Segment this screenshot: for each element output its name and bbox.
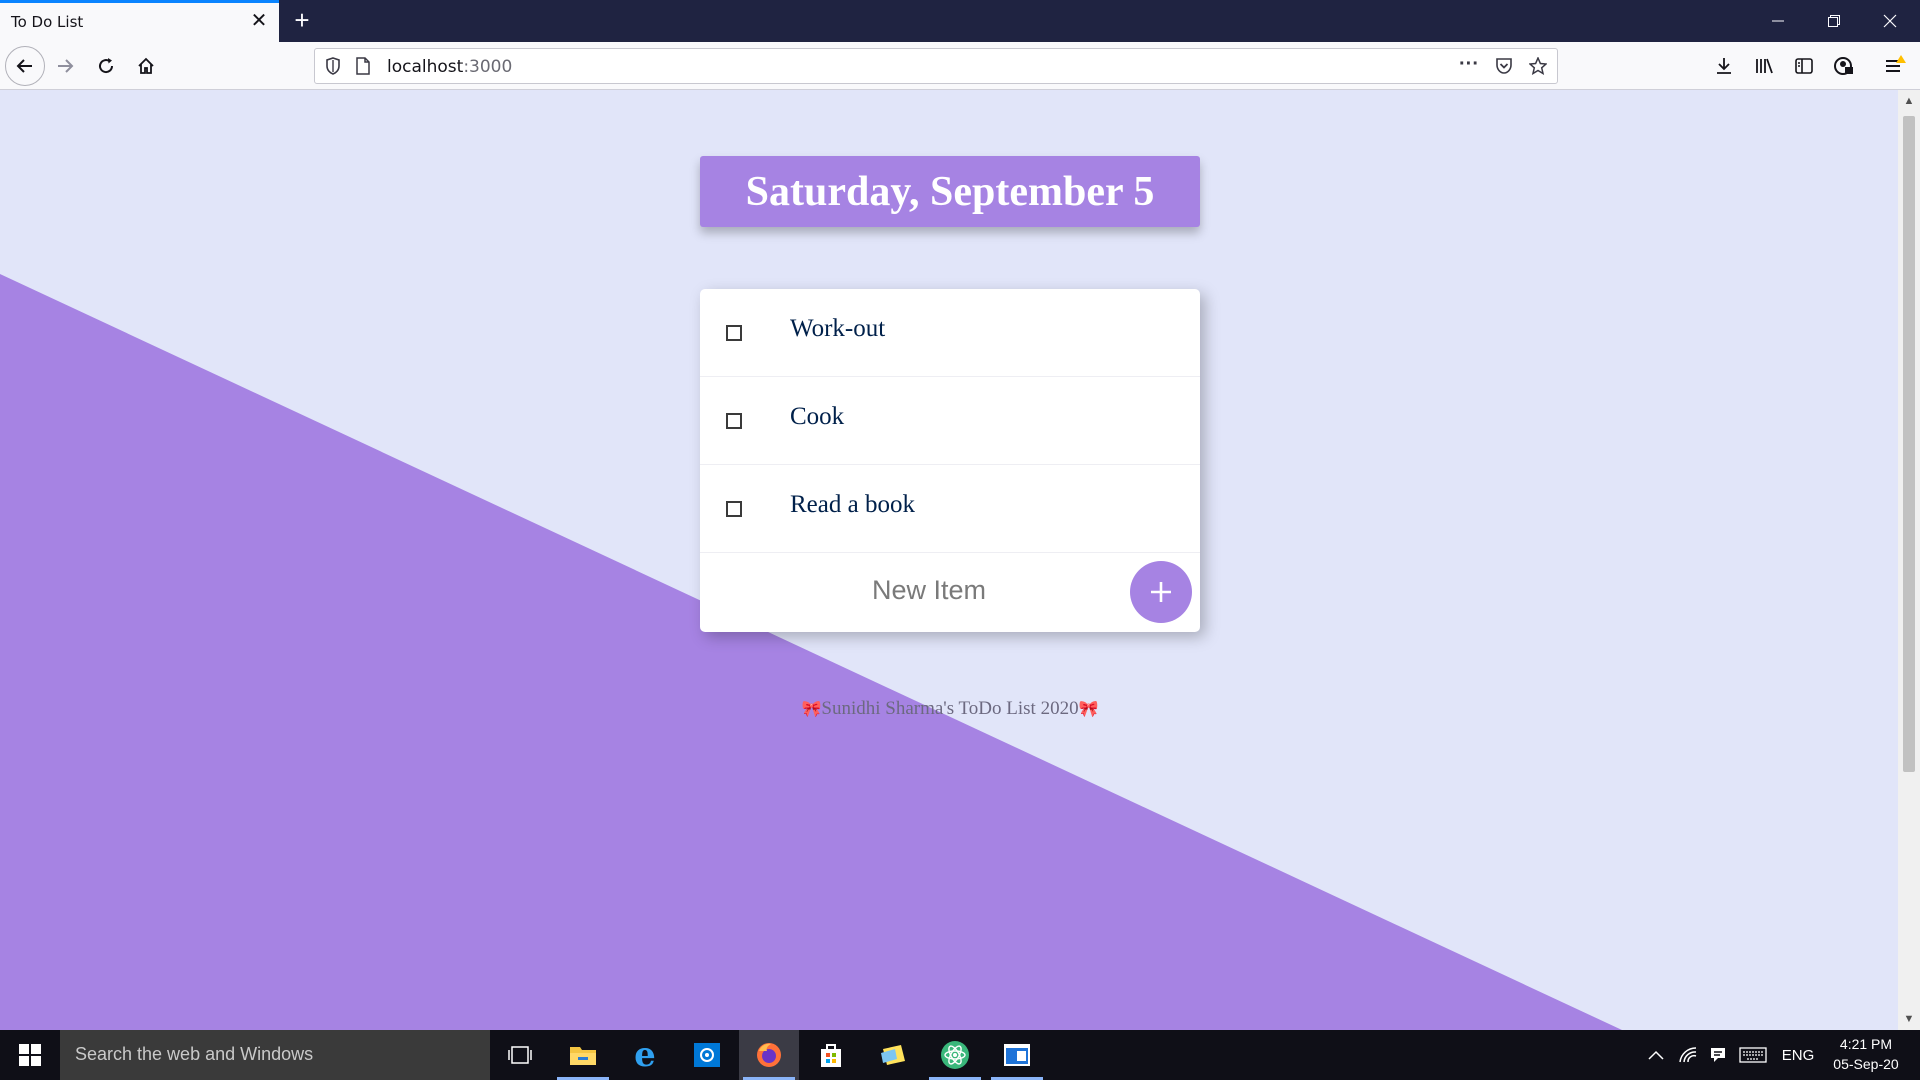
ribbon-icon: 🎀	[1078, 701, 1099, 718]
keyboard-icon[interactable]	[1738, 1030, 1768, 1080]
todo-item-label: Read a book	[790, 491, 915, 518]
scroll-thumb[interactable]	[1903, 116, 1915, 772]
edge-browser-icon[interactable]: e	[615, 1030, 675, 1080]
back-button[interactable]	[5, 46, 45, 86]
url-host: localhost	[387, 57, 464, 77]
start-button[interactable]	[0, 1030, 60, 1080]
add-item-button[interactable]	[1130, 561, 1192, 623]
todo-item: Read a book	[700, 465, 1200, 553]
task-view-icon[interactable]	[490, 1030, 550, 1080]
url-bar[interactable]: localhost:3000 ···	[314, 48, 1558, 84]
page-info-icon[interactable]	[355, 57, 371, 80]
home-button[interactable]	[128, 48, 164, 84]
taskbar-clock[interactable]: 4:21 PM 05-Sep-20	[1826, 1034, 1906, 1074]
menu-icon[interactable]	[1877, 48, 1913, 84]
clock-date: 05-Sep-20	[1833, 1056, 1899, 1072]
ribbon-icon: 🎀	[801, 701, 822, 718]
page-actions-icon[interactable]: ···	[1459, 53, 1479, 76]
minimize-icon[interactable]	[1750, 0, 1806, 42]
page-footer: 🎀Sunidhi Sharma's ToDo List 2020🎀	[700, 698, 1200, 720]
close-window-icon[interactable]	[1862, 0, 1918, 42]
file-explorer-icon[interactable]	[553, 1030, 613, 1080]
new-item-input[interactable]: New Item	[700, 575, 1158, 606]
browser-titlebar: To Do List ✕ +	[0, 0, 1920, 42]
windows-logo-icon	[19, 1044, 41, 1066]
browser-navbar: localhost:3000 ···	[0, 42, 1920, 90]
tab-title: To Do List	[11, 13, 84, 31]
windows-taskbar: Search the web and Windows e ENG 4:21 PM	[0, 1030, 1920, 1080]
downloads-icon[interactable]	[1706, 48, 1742, 84]
sticky-notes-icon[interactable]	[863, 1030, 923, 1080]
bookmark-star-icon[interactable]	[1528, 56, 1548, 80]
app-window-icon[interactable]	[987, 1030, 1047, 1080]
page-viewport: Saturday, September 5 Work-out Cook Read…	[0, 90, 1898, 1030]
tracking-protection-icon[interactable]	[325, 57, 341, 80]
store-icon[interactable]	[677, 1030, 737, 1080]
footer-text: Sunidhi Sharma's ToDo List 2020	[821, 698, 1079, 719]
forward-button[interactable]	[47, 48, 83, 84]
new-tab-icon[interactable]: +	[288, 6, 316, 34]
restore-icon[interactable]	[1806, 0, 1862, 42]
date-heading: Saturday, September 5	[745, 168, 1155, 215]
url-port: :3000	[463, 57, 513, 77]
clock-time: 4:21 PM	[1839, 1036, 1893, 1052]
show-hidden-icons[interactable]	[1644, 1030, 1668, 1080]
taskbar-search-placeholder: Search the web and Windows	[75, 1044, 314, 1064]
date-heading-box: Saturday, September 5	[700, 156, 1200, 227]
plus-icon	[1151, 582, 1171, 602]
reload-button[interactable]	[88, 48, 124, 84]
atom-editor-icon[interactable]	[925, 1030, 985, 1080]
todo-item-label: Work-out	[790, 315, 886, 342]
tab-close-icon[interactable]: ✕	[247, 9, 271, 33]
scroll-down-icon[interactable]: ▼	[1898, 1010, 1920, 1028]
todo-item: Work-out	[700, 289, 1200, 377]
library-icon[interactable]	[1746, 48, 1782, 84]
todo-list-card: Work-out Cook Read a book New Item	[700, 289, 1200, 632]
taskbar-search[interactable]: Search the web and Windows	[60, 1030, 490, 1080]
todo-item-label: Cook	[790, 403, 845, 430]
todo-checkbox[interactable]	[726, 413, 742, 429]
language-indicator[interactable]: ENG	[1778, 1030, 1818, 1080]
account-icon[interactable]	[1826, 48, 1862, 84]
scroll-up-icon[interactable]: ▲	[1898, 92, 1920, 110]
page-scrollbar[interactable]: ▲ ▼	[1898, 90, 1920, 1030]
todo-checkbox[interactable]	[726, 325, 742, 341]
action-center-icon[interactable]	[1706, 1030, 1730, 1080]
url-text: localhost:3000	[387, 57, 512, 77]
sidebar-icon[interactable]	[1786, 48, 1822, 84]
pocket-icon[interactable]	[1495, 57, 1513, 80]
browser-tab[interactable]: To Do List ✕	[0, 0, 279, 42]
microsoft-store-icon[interactable]	[801, 1030, 861, 1080]
todo-item: Cook	[700, 377, 1200, 465]
new-item-form: New Item	[700, 553, 1200, 632]
todo-checkbox[interactable]	[726, 501, 742, 517]
network-icon[interactable]	[1676, 1030, 1700, 1080]
firefox-icon[interactable]	[739, 1030, 799, 1080]
